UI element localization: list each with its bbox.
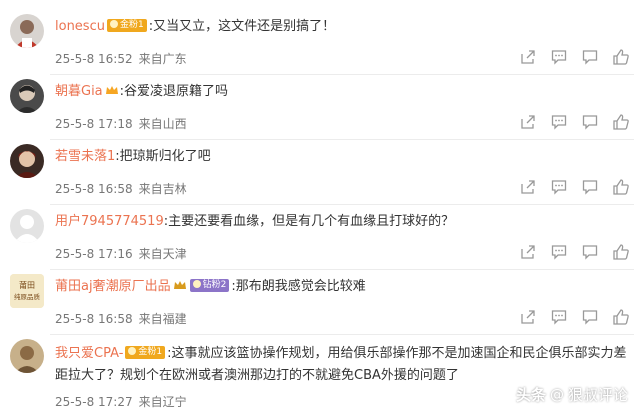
fan-badge: 钻粉2: [189, 279, 230, 292]
share-icon[interactable]: [519, 48, 537, 66]
comment-location: 来自广东: [138, 52, 187, 66]
like-icon[interactable]: [612, 243, 630, 261]
comment-icon[interactable]: [550, 308, 568, 326]
avatar[interactable]: 莆田 纯原品质: [10, 274, 44, 308]
comment-icon[interactable]: [550, 48, 568, 66]
comment-item: lonescu 金粉1:又当又立，这文件还是别搞了！ 25-5-8 16:52 来自…: [0, 12, 640, 75]
badge-icon: [109, 20, 118, 28]
avatar-text-line1: 莆田: [19, 280, 35, 290]
comment-location: 来自吉林: [138, 182, 187, 196]
comment-location: 来自山西: [138, 117, 187, 131]
divider: [50, 204, 634, 205]
comment-item: 若雪未落1:把琼斯归化了吧 25-5-8 16:58 来自吉林: [0, 142, 640, 205]
username[interactable]: 朝暮Gia: [55, 84, 103, 99]
divider: [50, 139, 634, 140]
share-icon[interactable]: [519, 178, 537, 196]
watermark-at: @: [549, 386, 564, 403]
comment-location: 来自福建: [138, 312, 187, 326]
comment-text: :那布朗我感觉会比较难: [231, 279, 366, 294]
share-icon[interactable]: [519, 243, 537, 261]
comment-date: 25-5-8 16:58: [55, 182, 133, 196]
comment-date: 25-5-8 16:52: [55, 52, 133, 66]
share-icon[interactable]: [519, 308, 537, 326]
username[interactable]: 我只爱CPA-: [55, 346, 123, 361]
badge-icon: [192, 280, 201, 288]
avatar[interactable]: [10, 144, 44, 178]
avatar[interactable]: [10, 339, 44, 373]
comment-date: 25-5-8 17:18: [55, 117, 133, 131]
watermark-name: 狠叔评论: [567, 386, 628, 404]
comment-item: 莆田纯原品质 莆田aj奢潮原厂出品 钻粉2:那布朗我感觉会比较难 25-5-8 1…: [0, 272, 640, 335]
like-icon[interactable]: [612, 308, 630, 326]
comment-date: 25-5-8 16:58: [55, 312, 133, 326]
crown-icon: [173, 281, 186, 289]
comment-icon[interactable]: [550, 113, 568, 131]
comment-text: :谷爱凌退原籍了吗: [119, 84, 229, 99]
watermark-brand: 头条: [515, 386, 546, 404]
share-icon[interactable]: [519, 113, 537, 131]
repost-icon[interactable]: [581, 48, 599, 66]
username[interactable]: 若雪未落1: [55, 149, 115, 164]
username[interactable]: 莆田aj奢潮原厂出品: [55, 279, 171, 294]
comment-item: 朝暮Gia :谷爱凌退原籍了吗 25-5-8 17:18 来自山西: [0, 77, 640, 140]
comment-location: 来自天津: [138, 247, 187, 261]
watermark: 头条 @ 狠叔评论: [516, 384, 628, 405]
username[interactable]: 用户7945774519: [55, 214, 164, 229]
badge-icon: [128, 347, 137, 355]
vip-crown-icon: [105, 86, 118, 94]
username[interactable]: lonescu: [55, 19, 105, 34]
comment-date: 25-5-8 17:16: [55, 247, 133, 261]
avatar[interactable]: [10, 209, 44, 243]
comment-item: 用户7945774519:主要还要看血缘，但是有几个有血缘且打球好的？ 25-5…: [0, 207, 640, 270]
comment-icon[interactable]: [550, 178, 568, 196]
fan-badge: 金粉1: [106, 19, 147, 32]
avatar[interactable]: [10, 79, 44, 113]
like-icon[interactable]: [612, 48, 630, 66]
divider: [50, 334, 634, 335]
avatar[interactable]: [10, 14, 44, 48]
comment-body: 我只爱CPA- 金粉1:这事就应该篮协操作规划，用给俱乐部操作那不是加速国企和民企…: [55, 343, 635, 387]
like-icon[interactable]: [612, 113, 630, 131]
divider: [50, 74, 634, 75]
fan-badge: 金粉1: [125, 346, 166, 359]
repost-icon[interactable]: [581, 308, 599, 326]
divider: [50, 269, 634, 270]
comment-text: :把琼斯归化了吧: [115, 149, 211, 164]
repost-icon[interactable]: [581, 243, 599, 261]
comment-location: 来自辽宁: [138, 395, 187, 409]
repost-icon[interactable]: [581, 178, 599, 196]
comment-date: 25-5-8 17:27: [55, 395, 133, 409]
repost-icon[interactable]: [581, 113, 599, 131]
like-icon[interactable]: [612, 178, 630, 196]
comment-icon[interactable]: [550, 243, 568, 261]
avatar-text-line2: 纯原品质: [14, 292, 41, 301]
comment-text: :主要还要看血缘，但是有几个有血缘且打球好的？: [163, 214, 455, 229]
comment-text: :又当又立，这文件还是别搞了！: [148, 19, 336, 34]
